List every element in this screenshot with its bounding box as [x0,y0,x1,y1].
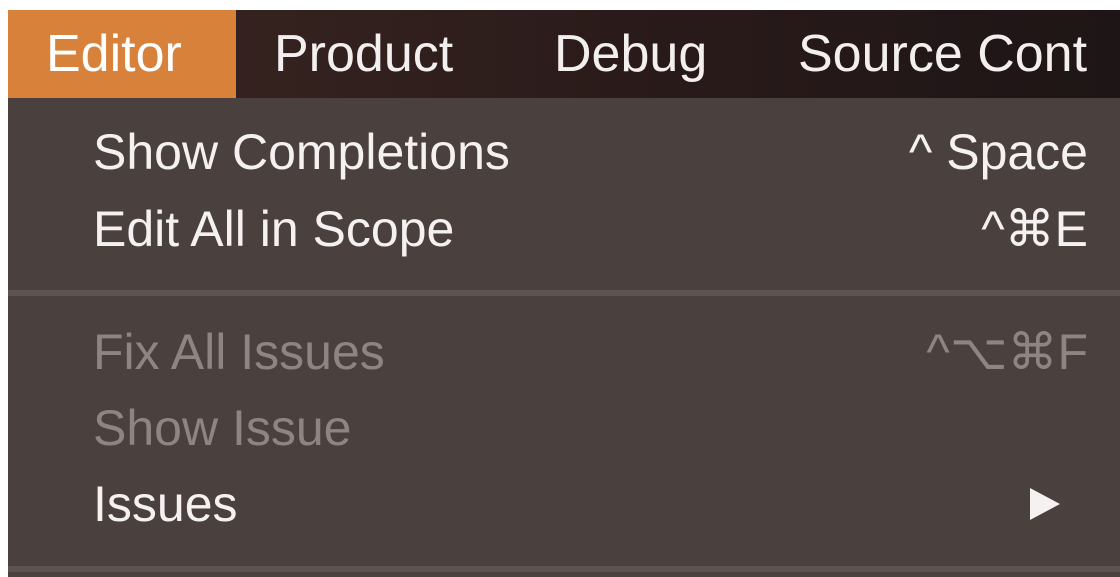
menu-item-shortcut: ^⌥⌘F [926,324,1088,380]
menu-item-shortcut: ^⌘E [981,201,1088,257]
menu-item-shortcut: ^ Space [908,124,1088,180]
menu-item-edit-all-in-scope[interactable]: Edit All in Scope ^⌘E [8,191,1120,267]
menu-bar: Editor Product Debug Source Cont [8,10,1120,98]
menu-item-label: Show Completions [93,124,510,180]
menubar-item-debug[interactable]: Debug [554,10,707,98]
menubar-item-editor[interactable]: Editor [8,10,236,98]
menu-item-show-completions[interactable]: Show Completions ^ Space [8,114,1120,190]
menu-separator [8,290,1120,296]
triangle-right-icon [1030,488,1060,520]
menubar-item-product[interactable]: Product [274,10,453,98]
menubar-item-source-control[interactable]: Source Cont [798,10,1087,98]
editor-dropdown-menu: Show Completions ^ Space Edit All in Sco… [8,98,1120,577]
menu-item-label: Show Issue [93,400,352,456]
menu-item-label: Fix All Issues [93,324,385,380]
menu-separator [8,566,1120,572]
menu-item-issues[interactable]: Issues [8,466,1120,542]
menu-item-label: Edit All in Scope [93,201,455,257]
menu-item-fix-all-issues: Fix All Issues ^⌥⌘F [8,314,1120,390]
app-window: Editor Product Debug Source Cont Show Co… [8,10,1120,577]
menu-item-show-issue: Show Issue [8,390,1120,466]
menu-item-label: Issues [93,476,238,532]
